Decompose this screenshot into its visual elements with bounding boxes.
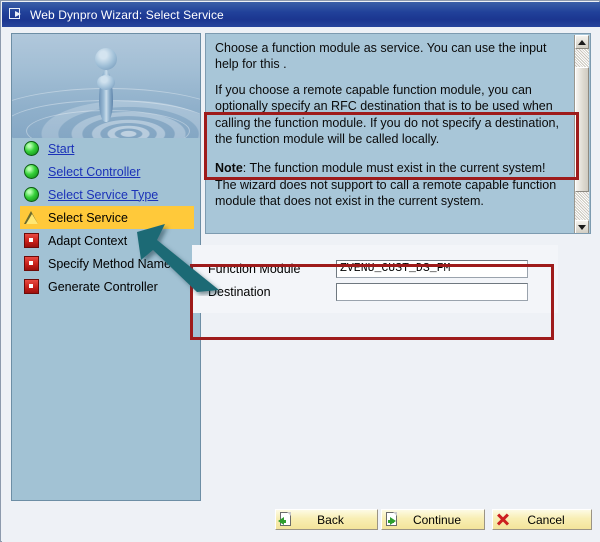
wizard-footer: Back Continue Cancel bbox=[2, 506, 600, 542]
sidebar-item-label: Select Controller bbox=[48, 164, 141, 179]
instruction-paragraph-2: If you choose a remote capable function … bbox=[215, 82, 559, 147]
window-screen-arrow-icon bbox=[9, 8, 24, 21]
sidebar-item-label: Select Service Type bbox=[48, 187, 159, 202]
function-module-input[interactable]: ZVENU_CUST_DS_FM bbox=[336, 260, 528, 278]
instructions-panel: Choose a function module as service. You… bbox=[205, 33, 591, 234]
back-button-label: Back bbox=[317, 512, 344, 527]
sidebar-item-label: Generate Controller bbox=[48, 279, 158, 294]
yellow-warning-triangle-icon bbox=[24, 210, 39, 225]
red-square-icon bbox=[24, 279, 39, 294]
page-forward-arrow-icon bbox=[383, 510, 400, 529]
function-module-label: Function Module bbox=[208, 262, 301, 276]
window-body: Start Select Controller Select Service T… bbox=[2, 27, 600, 542]
cancel-button[interactable]: Cancel bbox=[492, 509, 592, 530]
wizard-step-list: Start Select Controller Select Service T… bbox=[20, 137, 200, 298]
sidebar-item-label: Start bbox=[48, 141, 75, 156]
scroll-down-button[interactable] bbox=[575, 220, 589, 233]
sidebar-item-select-service-type[interactable]: Select Service Type bbox=[20, 183, 200, 206]
window-titlebar: Web Dynpro Wizard: Select Service bbox=[2, 2, 600, 27]
water-drop-ripple-image bbox=[12, 34, 200, 138]
note-label: Note bbox=[215, 161, 243, 176]
green-sphere-icon bbox=[24, 187, 39, 202]
note-text: : The function module must exist in the … bbox=[215, 161, 557, 209]
continue-button-label: Continue bbox=[412, 512, 462, 527]
sidebar-item-generate-controller[interactable]: Generate Controller bbox=[20, 275, 200, 298]
red-square-icon bbox=[24, 256, 39, 271]
wizard-step-panel: Start Select Controller Select Service T… bbox=[11, 33, 201, 501]
instruction-note: Note: The function module must exist in … bbox=[215, 160, 566, 209]
destination-label: Destination bbox=[208, 285, 271, 299]
wizard-window: Web Dynpro Wizard: Select Service Start bbox=[0, 0, 600, 542]
continue-button[interactable]: Continue bbox=[381, 509, 485, 530]
service-form-panel: Function Module ZVENU_CUST_DS_FM Destina… bbox=[192, 245, 558, 313]
triangle-down-icon bbox=[578, 224, 586, 230]
sidebar-item-label: Specify Method Name bbox=[48, 256, 171, 271]
page-back-arrow-icon bbox=[277, 510, 294, 529]
instruction-paragraph-1: Choose a function module as service. You… bbox=[215, 41, 547, 72]
green-sphere-icon bbox=[24, 141, 39, 156]
green-sphere-icon bbox=[24, 164, 39, 179]
drop-lower-ball bbox=[97, 75, 115, 90]
sidebar-item-start[interactable]: Start bbox=[20, 137, 200, 160]
instructions-scrollbar[interactable] bbox=[574, 35, 589, 233]
wizard-content: Choose a function module as service. You… bbox=[192, 33, 591, 333]
red-x-icon bbox=[494, 510, 511, 529]
scrollbar-track-bottom[interactable] bbox=[575, 192, 589, 220]
cancel-button-label: Cancel bbox=[527, 512, 565, 527]
sidebar-item-label: Select Service bbox=[48, 210, 128, 225]
back-button[interactable]: Back bbox=[275, 509, 378, 530]
drop-upper-ball bbox=[95, 48, 117, 70]
scroll-up-button[interactable] bbox=[575, 35, 589, 49]
destination-row: Destination bbox=[208, 282, 528, 302]
sidebar-item-select-service[interactable]: Select Service bbox=[20, 206, 194, 229]
function-module-row: Function Module ZVENU_CUST_DS_FM bbox=[208, 259, 528, 279]
scrollbar-track-top[interactable] bbox=[575, 49, 589, 67]
sidebar-item-adapt-context[interactable]: Adapt Context bbox=[20, 229, 200, 252]
triangle-up-icon bbox=[578, 39, 586, 45]
sidebar-item-label: Adapt Context bbox=[48, 233, 128, 248]
destination-input[interactable] bbox=[336, 283, 528, 301]
scrollbar-thumb[interactable] bbox=[575, 67, 589, 192]
window-title: Web Dynpro Wizard: Select Service bbox=[30, 7, 224, 22]
red-square-icon bbox=[24, 233, 39, 248]
sidebar-item-specify-method-name[interactable]: Specify Method Name bbox=[20, 252, 200, 275]
sidebar-item-select-controller[interactable]: Select Controller bbox=[20, 160, 200, 183]
instructions-text: Choose a function module as service. You… bbox=[206, 34, 575, 233]
